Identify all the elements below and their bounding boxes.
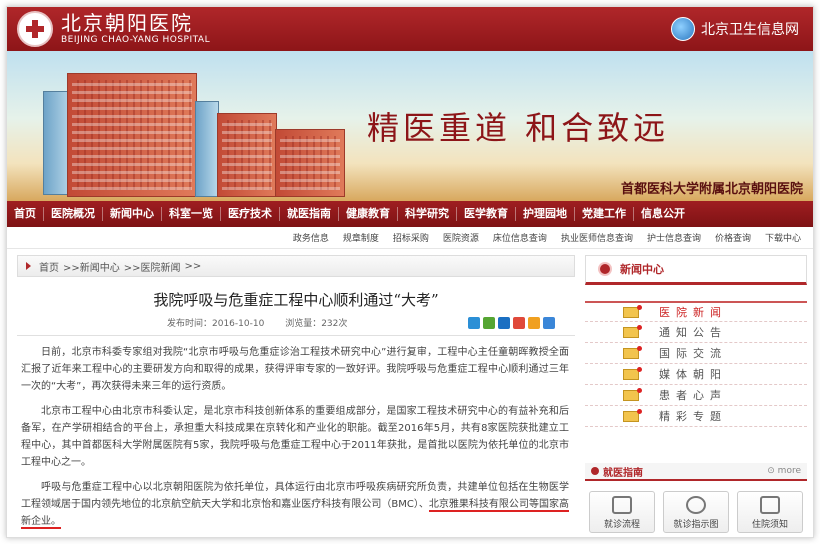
logo-name-cn: 北京朝阳医院: [61, 11, 193, 35]
article-meta: 发布时间：2016-10-10 浏览量：232次: [167, 316, 555, 329]
share-renren-icon[interactable]: [498, 316, 510, 329]
news-category-list: 医院新闻 通知公告 国际交流 媒体朝阳 患者心声 精彩专题: [585, 301, 807, 427]
guide-tile-map[interactable]: 就诊指示图: [663, 491, 729, 533]
hospital-logo[interactable]: 北京朝阳医院 BEIJING CHAO-YANG HOSPITAL: [17, 11, 210, 47]
nav-item-overview[interactable]: 医院概况: [44, 207, 103, 221]
share-wechat-icon[interactable]: [483, 316, 495, 329]
nav-item-med-edu[interactable]: 医学教育: [457, 207, 516, 221]
share-more-icon[interactable]: [543, 316, 555, 329]
nav-item-medical-tech[interactable]: 医疗技术: [221, 207, 280, 221]
sub-nav: 政务信息 规章制度 招标采购 医院资源 床位信息查询 执业医师信息查询 护士信息…: [7, 227, 813, 249]
triangle-right-icon: [26, 262, 31, 270]
news-category-patients[interactable]: 患者心声: [585, 385, 807, 406]
subnav-item[interactable]: 医院资源: [443, 231, 479, 244]
article-paragraph-1: 日前，北京市科委专家组对我院“北京市呼吸与危重症诊治工程技术研究中心”进行复审，…: [21, 347, 569, 392]
article-title: 我院呼吸与危重症工程中心顺利通过“大考”: [153, 291, 439, 309]
nav-item-guide[interactable]: 就医指南: [280, 207, 339, 221]
guide-tile-process[interactable]: 就诊流程: [589, 491, 655, 533]
publish-date: 发布时间：2016-10-10: [167, 319, 265, 329]
share-bar: [465, 316, 555, 329]
nav-item-nursing[interactable]: 护理园地: [516, 207, 575, 221]
globe-icon: [671, 17, 695, 41]
envelope-icon: [623, 324, 642, 338]
logo-name-en: BEIJING CHAO-YANG HOSPITAL: [61, 35, 211, 45]
breadcrumb-section[interactable]: >>医院新闻: [124, 259, 181, 274]
globe-icon: [686, 496, 706, 514]
breadcrumb-home[interactable]: 首页: [39, 259, 59, 274]
subnav-item[interactable]: 规章制度: [343, 231, 379, 244]
news-center-header: 新闻中心: [585, 255, 807, 285]
article: 我院呼吸与危重症工程中心顺利通过“大考” 发布时间：2016-10-10 浏览量…: [17, 281, 575, 537]
share-star-icon[interactable]: [528, 316, 540, 329]
nav-item-health-edu[interactable]: 健康教育: [339, 207, 398, 221]
breadcrumb-tail: >>: [184, 260, 202, 272]
guide-header: 就医指南 ⊙ more: [585, 463, 807, 481]
article-paragraph-3: 呼吸与危重症工程中心以北京朝阳医院为依托单位，具体运行由北京市呼吸疾病研究所负责…: [21, 482, 569, 529]
top-bar: 北京朝阳医院 BEIJING CHAO-YANG HOSPITAL 北京卫生信息…: [7, 7, 813, 51]
share-weibo-icon[interactable]: [513, 316, 525, 329]
breadcrumb-news[interactable]: >>新闻中心: [63, 259, 120, 274]
banner: 精医重道 和合致远 首都医科大学附属北京朝阳医院: [7, 51, 813, 201]
divider: [17, 335, 575, 336]
subnav-item[interactable]: 价格查询: [715, 231, 751, 244]
news-category-specials[interactable]: 精彩专题: [585, 406, 807, 427]
news-category-hospital-news[interactable]: 医院新闻: [585, 301, 807, 322]
sidebar-guide: 就医指南 ⊙ more 就诊流程 就诊指示图 住院须知: [585, 463, 807, 533]
guide-more-link[interactable]: ⊙ more: [767, 466, 801, 476]
envelope-icon: [623, 304, 642, 318]
subnav-item[interactable]: 下载中心: [765, 231, 801, 244]
subnav-item[interactable]: 护士信息查询: [647, 231, 701, 244]
news-category-media[interactable]: 媒体朝阳: [585, 364, 807, 385]
nav-item-departments[interactable]: 科室一览: [162, 207, 221, 221]
beijing-health-info-link[interactable]: 北京卫生信息网: [671, 17, 799, 41]
guide-tile-inpatient[interactable]: 住院须知: [737, 491, 803, 533]
banner-slogan: 精医重道 和合致远: [367, 109, 670, 147]
nav-item-party[interactable]: 党建工作: [575, 207, 634, 221]
subnav-item[interactable]: 床位信息查询: [493, 231, 547, 244]
main-nav: 首页 医院概况 新闻中心 科室一览 医疗技术 就医指南 健康教育 科学研究 医学…: [7, 201, 813, 227]
envelope-icon: [623, 345, 642, 359]
subnav-item[interactable]: 招标采购: [393, 231, 429, 244]
hospital-seal-icon: [17, 11, 53, 47]
flow-icon: [612, 496, 632, 514]
nav-item-home[interactable]: 首页: [7, 207, 44, 221]
share-qzone-icon[interactable]: [468, 316, 480, 329]
bullet-icon: [600, 264, 610, 274]
nav-item-research[interactable]: 科学研究: [398, 207, 457, 221]
breadcrumb: 首页 >>新闻中心 >>医院新闻 >>: [17, 255, 575, 277]
subnav-item[interactable]: 执业医师信息查询: [561, 231, 633, 244]
nav-item-news[interactable]: 新闻中心: [103, 207, 162, 221]
envelope-icon: [623, 387, 642, 401]
page: 北京朝阳医院 BEIJING CHAO-YANG HOSPITAL 北京卫生信息…: [6, 6, 814, 538]
envelope-icon: [623, 366, 642, 380]
banner-affiliation: 首都医科大学附属北京朝阳医院: [620, 182, 803, 197]
nav-item-disclosure[interactable]: 信息公开: [634, 207, 692, 221]
subnav-item[interactable]: 政务信息: [293, 231, 329, 244]
sidebar-news-center: 新闻中心 医院新闻 通知公告 国际交流 媒体朝阳 患者心声 精彩专题: [585, 255, 807, 427]
article-paragraph-2: 北京市工程中心由北京市科委认定，是北京市科技创新体系的重要组成部分，是国家工程技…: [21, 406, 569, 468]
news-category-notices[interactable]: 通知公告: [585, 322, 807, 343]
view-count: 浏览量：232次: [285, 319, 348, 329]
news-category-intl[interactable]: 国际交流: [585, 343, 807, 364]
guide-title: 就医指南: [591, 464, 643, 479]
document-icon: [760, 496, 780, 514]
envelope-icon: [623, 408, 642, 422]
